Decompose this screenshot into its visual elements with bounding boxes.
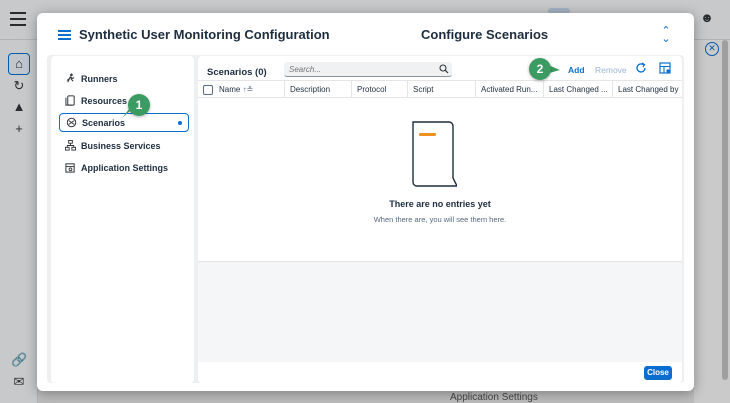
nav-item-label: Application Settings [81, 162, 169, 173]
app-settings-icon [64, 162, 76, 174]
select-all-checkbox[interactable] [203, 85, 213, 95]
empty-state-illustration [412, 121, 457, 187]
add-button[interactable]: Add [568, 65, 585, 75]
nav-item-application-settings[interactable]: Application Settings [59, 158, 189, 177]
empty-state-title: There are no entries yet [389, 199, 491, 209]
callout-1: 1 [128, 94, 150, 116]
search-icon[interactable] [439, 64, 449, 74]
close-button[interactable]: Close [644, 366, 672, 380]
hierarchy-icon [64, 140, 76, 152]
dialog-header: Synthetic User Monitoring Configuration … [37, 13, 694, 55]
column-header-script[interactable]: Script [408, 81, 476, 98]
search-input[interactable] [284, 62, 452, 77]
table-title: Scenarios (0) [207, 67, 267, 78]
nav-item-business-services[interactable]: Business Services [59, 136, 189, 155]
table-footer-area [198, 262, 682, 362]
scenarios-icon [65, 117, 77, 129]
runner-icon [64, 73, 76, 85]
nav-item-runners[interactable]: Runners [59, 69, 189, 88]
column-header-protocol[interactable]: Protocol [352, 81, 408, 98]
table-header: Name ↑≗ Description Protocol Script Acti… [198, 80, 682, 98]
dialog-subtitle: Configure Scenarios [421, 27, 549, 42]
column-header-name[interactable]: Name ↑≗ [214, 81, 285, 98]
column-header-description[interactable]: Description [285, 81, 352, 98]
sort-icon: ↑≗ [242, 85, 254, 94]
remove-button[interactable]: Remove [595, 65, 627, 75]
menu-icon[interactable] [58, 30, 71, 40]
scenarios-table-panel: Scenarios (0) Add Remove Name ↑≗ Descrip… [198, 56, 682, 383]
configuration-dialog: Synthetic User Monitoring Configuration … [37, 13, 694, 391]
resources-icon [64, 95, 76, 107]
collapse-icon[interactable]: ⌃ ⌄ [659, 26, 673, 45]
column-header-last-changed-by[interactable]: Last Changed by [613, 81, 682, 98]
dialog-title: Synthetic User Monitoring Configuration [79, 27, 330, 42]
column-header-activated-runners[interactable]: Activated Run... [476, 81, 544, 98]
empty-state-subtitle: When there are, you will see them here. [373, 215, 507, 224]
callout-2: 2 [529, 58, 551, 80]
refresh-icon[interactable] [635, 62, 647, 74]
column-header-last-changed[interactable]: Last Changed ... [544, 81, 613, 98]
table-settings-icon[interactable] [659, 62, 671, 74]
nav-item-label: Runners [81, 73, 118, 84]
selected-indicator [178, 121, 182, 125]
nav-item-label: Business Services [81, 140, 161, 151]
